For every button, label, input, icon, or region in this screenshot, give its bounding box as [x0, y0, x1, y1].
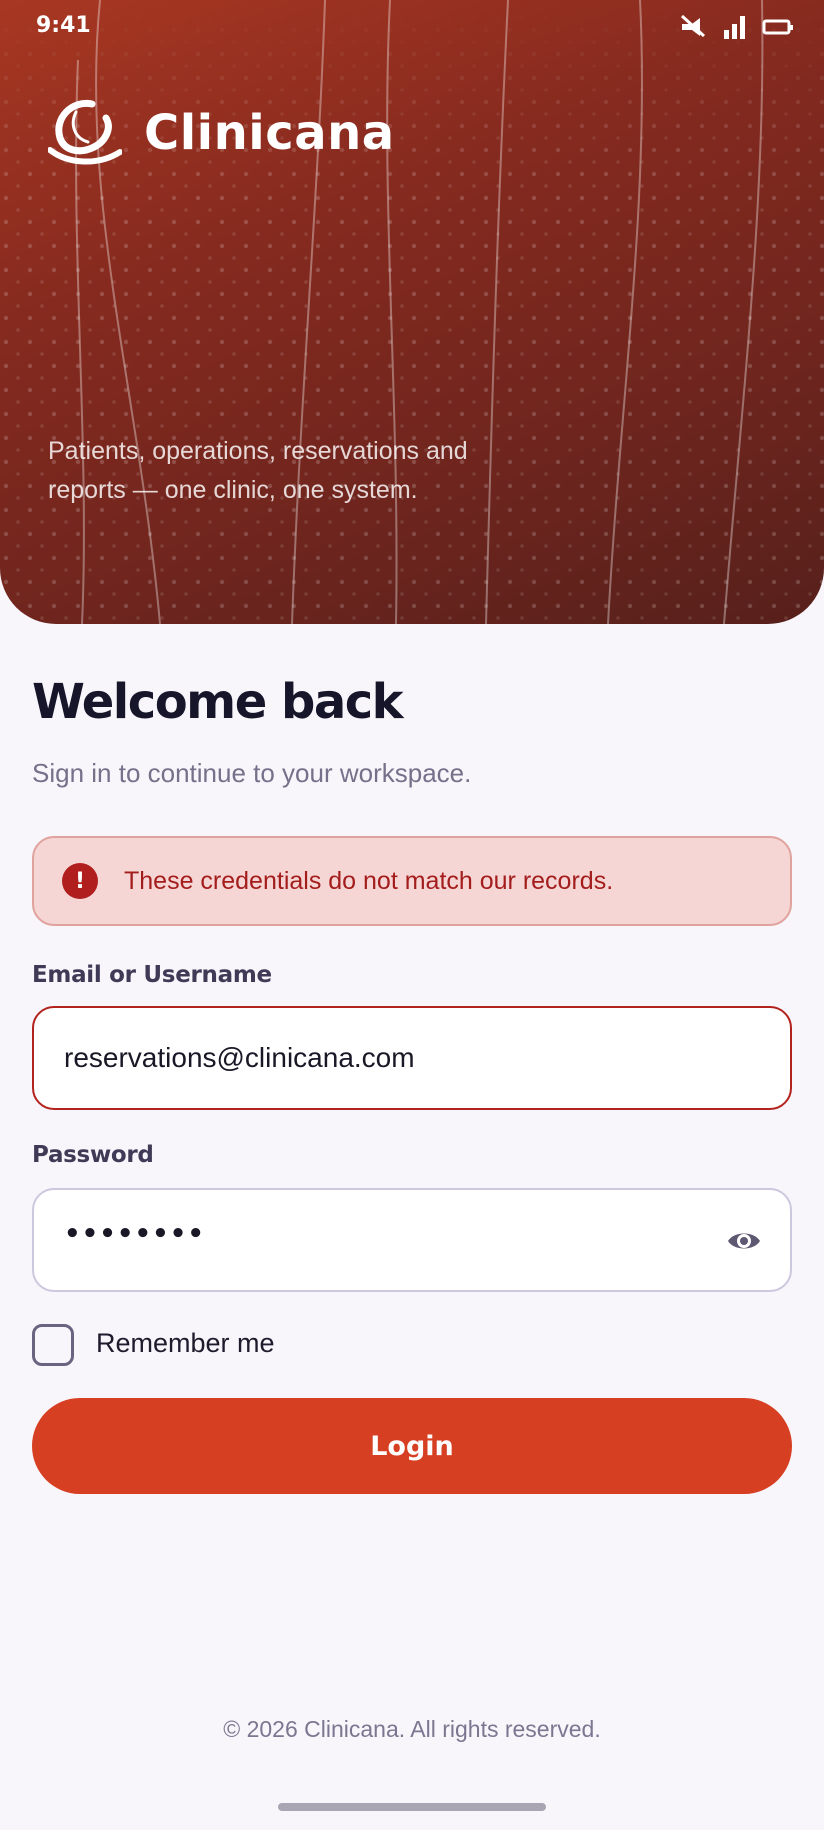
signal-icon	[724, 16, 745, 39]
battery-icon	[762, 19, 793, 35]
show-password-eye-icon[interactable]	[726, 1224, 762, 1258]
status-time: 9:41	[36, 13, 91, 38]
brand: Clinicana	[48, 98, 395, 168]
password-value: ••••••••	[64, 1219, 205, 1249]
page-title: Welcome back	[32, 674, 404, 730]
email-value: reservations@clinicana.com	[64, 1042, 415, 1073]
hero-pattern	[0, 0, 824, 624]
remember-me-checkbox[interactable]	[32, 1324, 74, 1366]
mute-icon	[680, 14, 706, 38]
password-field[interactable]: ••••••••	[32, 1188, 792, 1292]
hero-tagline: Patients, operations, reservations and r…	[48, 437, 468, 504]
error-message: These credentials do not match our recor…	[124, 866, 614, 895]
status-bar: 9:41	[0, 0, 824, 56]
status-icons	[678, 14, 794, 40]
email-field[interactable]: reservations@clinicana.com	[32, 1006, 792, 1110]
home-indicator[interactable]	[278, 1803, 546, 1811]
page-subtitle: Sign in to continue to your workspace.	[32, 758, 472, 788]
remember-me-label[interactable]: Remember me	[96, 1328, 275, 1359]
hero-banner: 9:41 Clinicana Patients, operations, res…	[0, 0, 824, 624]
error-icon: !	[62, 863, 98, 899]
error-alert: ! These credentials do not match our rec…	[32, 836, 792, 926]
email-label: Email or Username	[32, 962, 272, 988]
clinicana-logo-icon	[48, 99, 122, 165]
password-label: Password	[32, 1142, 154, 1168]
footer-copyright: © 2026 Clinicana. All rights reserved.	[223, 1716, 601, 1742]
brand-name: Clinicana	[144, 105, 395, 161]
login-button[interactable]: Login	[32, 1398, 792, 1494]
